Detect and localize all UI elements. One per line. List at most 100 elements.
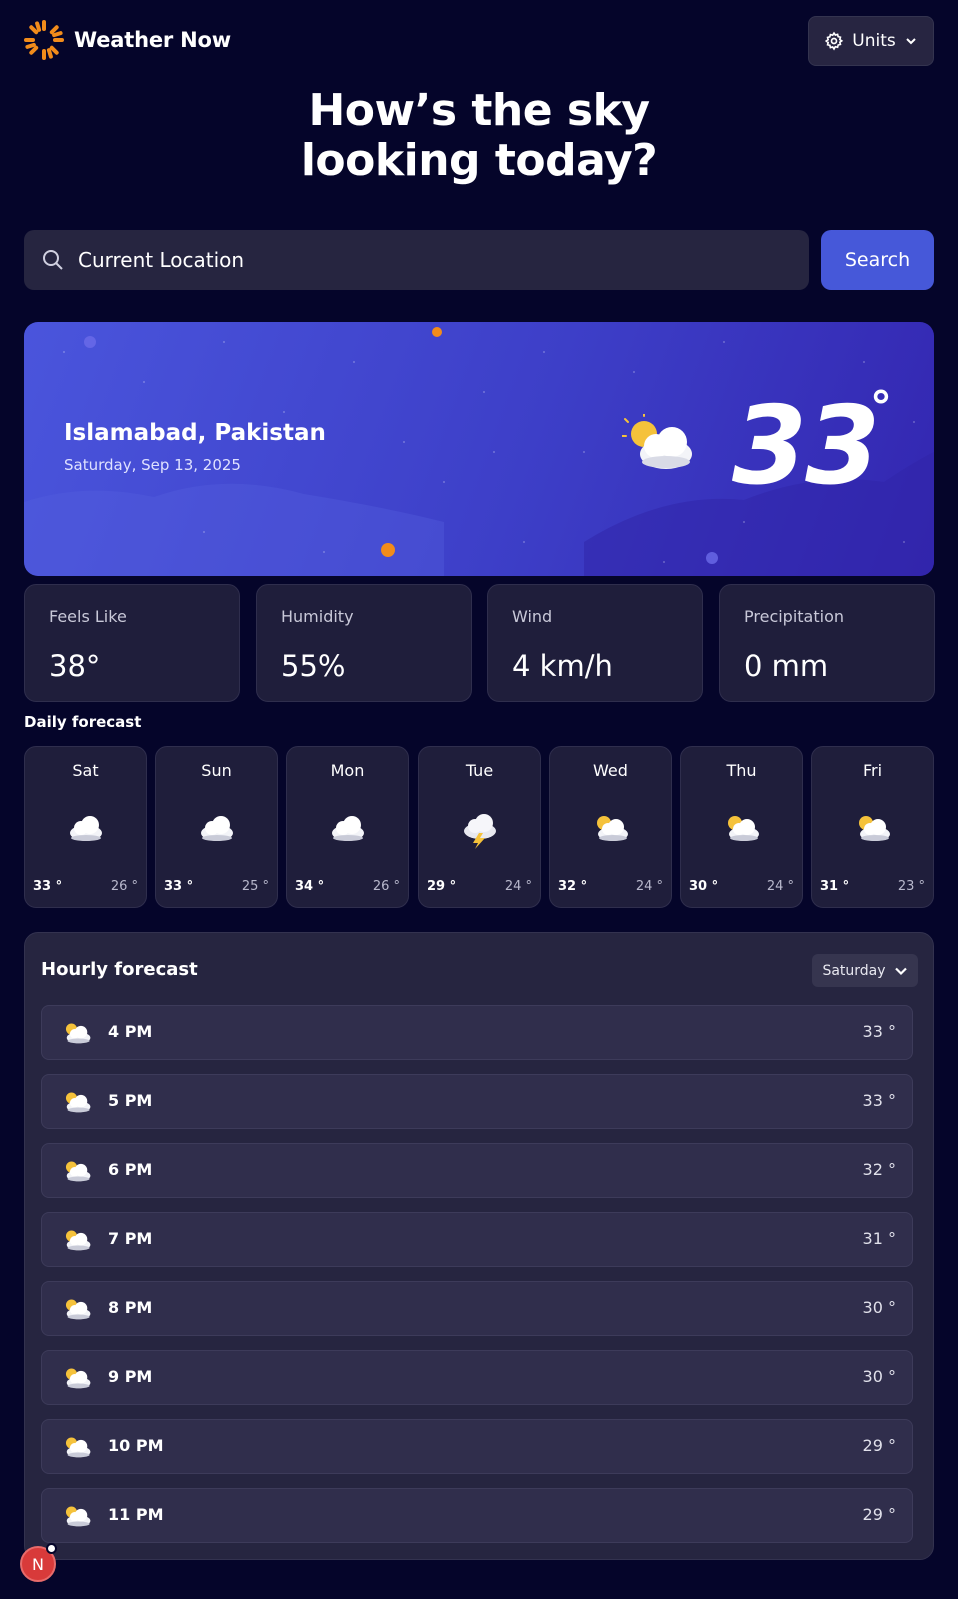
day-name: Thu [726,761,757,780]
day-name: Tue [465,761,494,780]
stat-precipitation: Precipitation 0 mm [719,584,935,702]
search-button[interactable]: Search [821,230,934,290]
hour-temperature: 29 ° [862,1436,896,1455]
search-icon [43,250,63,270]
hour-time: 6 PM [108,1160,153,1179]
current-location: Islamabad, Pakistan [64,420,326,446]
hourly-row: 10 PM 29 ° [41,1419,913,1474]
weather-app: Weather Now Units How’s the sky looking … [0,0,958,1599]
stat-feels-like: Feels Like 38° [24,584,240,702]
day-high: 32 ° [558,879,588,894]
daily-card-sat[interactable]: Sat 33 ° 26 ° [24,746,147,908]
page-headline: How’s the sky looking today? [0,86,958,186]
hour-time: 8 PM [108,1298,153,1317]
hourly-forecast-panel: Hourly forecast Saturday 4 PM 33 ° 5 PM 33 … [24,932,934,1560]
daily-card-sun[interactable]: Sun 33 ° 25 ° [155,746,278,908]
partly-cloudy-icon [65,1437,91,1458]
stat-value: 38° [49,649,101,683]
stat-value: 4 km/h [512,649,613,683]
headline-line-2: looking today? [300,135,658,186]
day-high: 33 ° [164,879,194,894]
hour-temperature: 30 ° [862,1367,896,1386]
search-input[interactable] [78,248,758,272]
hour-time: 10 PM [108,1436,164,1455]
app-title: Weather Now [74,28,231,52]
day-name: Fri [862,761,883,780]
app-logo[interactable]: Weather Now [24,20,231,60]
hourly-row: 5 PM 33 ° [41,1074,913,1129]
hourly-row: 4 PM 33 ° [41,1005,913,1060]
day-name: Wed [593,761,628,780]
daily-card-thu[interactable]: Thu 30 ° 24 ° [680,746,803,908]
daily-card-wed[interactable]: Wed 32 ° 24 ° [549,746,672,908]
hour-time: 11 PM [108,1505,164,1524]
hour-time: 4 PM [108,1022,153,1041]
sun-icon [24,20,64,60]
day-high: 31 ° [820,879,850,894]
hour-temperature: 30 ° [862,1298,896,1317]
cloud-icon [201,816,233,841]
day-low: 26 ° [372,879,400,894]
current-date: Saturday, Sep 13, 2025 [64,456,241,474]
day-low: 24 ° [635,879,663,894]
hour-temperature: 32 ° [862,1160,896,1179]
partly-cloudy-icon [65,1092,91,1113]
partly-cloudy-icon [65,1023,91,1044]
stat-value: 0 mm [744,649,829,683]
day-low: 24 ° [504,879,532,894]
stat-label: Wind [512,607,553,626]
stat-value: 55% [281,649,346,683]
daily-card-tue[interactable]: Tue 29 ° 24 ° [418,746,541,908]
partly-cloudy-icon [859,816,890,841]
partly-cloudy-icon [65,1368,91,1389]
cloud-icon [70,816,102,841]
day-select-dropdown[interactable]: Saturday [812,954,918,987]
hourly-row: 8 PM 30 ° [41,1281,913,1336]
daily-card-mon[interactable]: Mon 34 ° 26 ° [286,746,409,908]
hour-time: 5 PM [108,1091,153,1110]
hourly-row: 7 PM 31 ° [41,1212,913,1267]
stat-label: Feels Like [49,607,127,626]
headline-line-1: How’s the sky [308,85,650,136]
partly-cloudy-icon [597,816,628,841]
hour-time: 9 PM [108,1367,153,1386]
day-high: 29 ° [427,879,457,894]
day-name: Sun [201,761,232,780]
partly-cloudy-icon [65,1506,91,1527]
hour-temperature: 29 ° [862,1505,896,1524]
hour-temperature: 33 ° [862,1091,896,1110]
partly-cloudy-icon [65,1161,91,1182]
search-bar[interactable] [24,230,809,290]
hour-temperature: 31 ° [862,1229,896,1248]
partly-cloudy-icon [65,1230,91,1251]
hourly-row: 11 PM 29 ° [41,1488,913,1543]
stat-label: Humidity [281,607,354,626]
partly-cloudy-icon [622,414,692,469]
hourly-row: 9 PM 30 ° [41,1350,913,1405]
current-weather-card: Islamabad, Pakistan Saturday, Sep 13, 20… [24,322,934,576]
units-button[interactable]: Units [808,16,934,66]
hourly-forecast-title: Hourly forecast [41,959,198,980]
storm-icon [464,814,496,849]
day-low: 24 ° [766,879,794,894]
notification-dot [46,1543,57,1554]
cloud-icon [332,816,364,841]
hour-time: 7 PM [108,1229,153,1248]
chevron-down-icon [906,38,916,45]
degree-symbol: ° [870,382,892,433]
daily-card-fri[interactable]: Fri 31 ° 23 ° [811,746,934,908]
stat-label: Precipitation [744,607,845,626]
daily-forecast-title: Daily forecast [24,713,142,731]
day-low: 26 ° [110,879,138,894]
stat-wind: Wind 4 km/h [487,584,703,702]
chevron-down-icon [894,967,907,975]
day-low: 25 ° [241,879,269,894]
day-high: 34 ° [295,879,325,894]
stat-humidity: Humidity 55% [256,584,472,702]
units-label: Units [852,31,896,51]
day-name: Sat [72,761,99,780]
hourly-row: 6 PM 32 ° [41,1143,913,1198]
day-name: Mon [330,761,365,780]
hour-temperature: 33 ° [862,1022,896,1041]
partly-cloudy-icon [728,816,759,841]
